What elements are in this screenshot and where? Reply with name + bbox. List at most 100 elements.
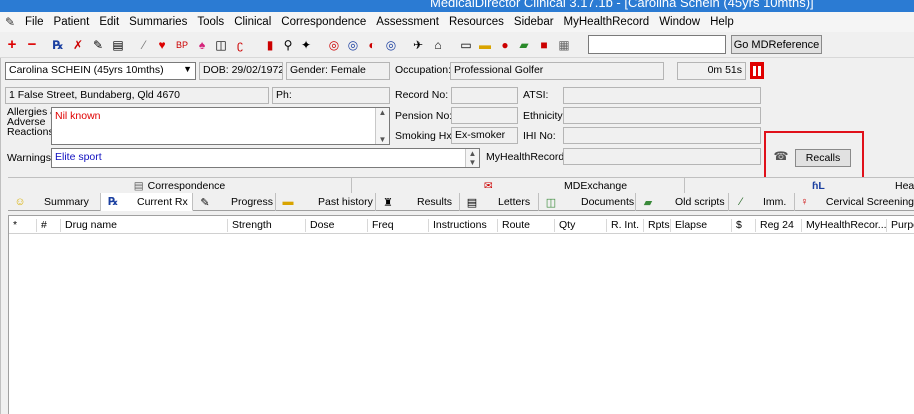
tab-progress[interactable]: ✎ Progress (193, 193, 276, 211)
occupation-field: Professional Golfer (450, 62, 664, 80)
notebook-icon[interactable]: ▤ (110, 37, 126, 53)
person-icon[interactable]: ● (497, 37, 513, 53)
edit-note-icon[interactable]: ✎ (90, 37, 106, 53)
tab-past-history[interactable]: ▬ Past history (276, 193, 376, 211)
ihi-label: IHI No: (523, 130, 556, 142)
tab-results[interactable]: ♜ Results (376, 193, 460, 211)
menu-file[interactable]: File (20, 16, 49, 28)
menu-edit[interactable]: Edit (94, 16, 124, 28)
warnings-scrollbar[interactable]: ▲ ▼ (465, 149, 479, 167)
chart-icon[interactable]: ■ (536, 37, 552, 53)
column-header-purpose[interactable]: Purpo (887, 219, 914, 232)
remove-patient-icon[interactable]: − (24, 37, 40, 53)
printer-icon[interactable]: ▭ (458, 37, 474, 53)
dob-field: DOB: 29/02/1972 (199, 62, 283, 80)
toolbar: + − ℞ ✗ ✎ ▤ ⁄ ♥ BP ♠ ◫ ʗ ▮ ⚲ ✦ ◎ ◎ ◐ ◎ ✈… (0, 32, 914, 58)
app-icon[interactable]: ✎ (0, 15, 20, 29)
menu-summaries[interactable]: Summaries (124, 16, 192, 28)
search-input[interactable] (588, 35, 726, 54)
warnings-textarea[interactable]: Elite sport ▲ ▼ (51, 148, 480, 168)
scroll-down-icon[interactable]: ▼ (469, 158, 477, 167)
menu-patient[interactable]: Patient (49, 16, 95, 28)
column-header-strength[interactable]: Strength (228, 219, 306, 232)
group-tab-health[interactable]: ɦL Hea (685, 178, 914, 194)
circle-three-icon[interactable]: ◎ (383, 37, 399, 53)
clipboard-icon[interactable]: ◫ (213, 37, 229, 53)
prescription-icon[interactable]: ℞ (50, 37, 66, 53)
menu-help[interactable]: Help (705, 16, 739, 28)
pencil-icon: ✎ (200, 196, 210, 209)
smiley-icon: ☺ (14, 196, 26, 208)
tab-cervical-screening[interactable]: ♀ Cervical Screening (795, 193, 914, 211)
recalls-button[interactable]: Recalls (795, 149, 851, 167)
title-bar: MedicalDirector Clinical 3.17.1b - [Caro… (0, 0, 914, 12)
tab-current-rx[interactable]: ℞ Current Rx (101, 193, 193, 211)
circle-two-icon[interactable]: ◎ (345, 37, 361, 53)
group-tab-mdexchange[interactable]: ✉ MDExchange (352, 178, 685, 194)
book-icon[interactable]: ▰ (516, 37, 532, 53)
group-tab-correspondence[interactable]: ▤ Correspondence (8, 178, 352, 194)
column-header-qty[interactable]: Qty (555, 219, 607, 232)
tab-summary[interactable]: ☺ Summary (8, 193, 101, 211)
column-header-drug-name[interactable]: Drug name (61, 219, 228, 232)
menu-assessment[interactable]: Assessment (371, 16, 444, 28)
pregnancy-icon[interactable]: ʗ (232, 37, 248, 53)
ihi-field (563, 127, 761, 144)
column-header-route[interactable]: Route (498, 219, 555, 232)
folder-icon[interactable]: ▬ (477, 37, 493, 53)
menu-clinical[interactable]: Clinical (229, 16, 276, 28)
lab-results-icon[interactable]: ⚲ (280, 37, 296, 53)
graduation-cap-icon[interactable]: ⌂ (430, 37, 446, 53)
allergies-textarea[interactable]: Nil known ▲ ▼ (51, 107, 390, 145)
scroll-up-icon[interactable]: ▲ (469, 149, 477, 158)
thermometer-icon[interactable]: ▮ (262, 37, 278, 53)
menu-sidebar[interactable]: Sidebar (509, 16, 559, 28)
syringe-icon[interactable]: ⁄ (136, 37, 152, 53)
menu-resources[interactable]: Resources (444, 16, 509, 28)
column-header-myhealthrecord[interactable]: MyHealthRecor... (802, 219, 887, 232)
medication-grid[interactable]: * # Drug name Strength Dose Freq Instruc… (8, 215, 914, 414)
menu-myhealthrecord[interactable]: MyHealthRecord (559, 16, 655, 28)
mhr-field (563, 148, 761, 165)
column-header-elapse[interactable]: Elapse (671, 219, 732, 232)
column-header-reg-24[interactable]: Reg 24 (756, 219, 802, 232)
smoking-field: Ex-smoker (451, 127, 518, 144)
column-header-price[interactable]: $ (732, 219, 756, 232)
people-icon[interactable]: ✦ (298, 37, 314, 53)
tab-old-scripts[interactable]: ▰ Old scripts (636, 193, 729, 211)
circle-one-icon[interactable]: ◎ (326, 37, 342, 53)
allergies-scrollbar[interactable]: ▲ ▼ (375, 108, 389, 144)
column-header-repeats[interactable]: Rpts (644, 219, 671, 232)
recall-flag-icon[interactable]: ◐ (364, 37, 380, 53)
keyboard-icon[interactable]: ▦ (556, 37, 572, 53)
tab-immunisation[interactable]: ⁄ Imm. (729, 193, 795, 211)
menu-correspondence[interactable]: Correspondence (276, 16, 371, 28)
go-mdreference-button[interactable]: Go MDReference (731, 35, 822, 54)
column-header-number[interactable]: # (37, 219, 61, 232)
window-title: MedicalDirector Clinical 3.17.1b - [Caro… (430, 0, 814, 10)
old-scripts-icon: ▰ (643, 196, 653, 209)
patient-select[interactable]: Carolina SCHEIN (45yrs 10mths) ▼ (5, 62, 196, 80)
column-header-dose[interactable]: Dose (306, 219, 368, 232)
running-man-icon[interactable]: ✗ (70, 37, 86, 53)
scroll-down-icon[interactable]: ▼ (379, 135, 387, 144)
column-header-instructions[interactable]: Instructions (429, 219, 498, 232)
tab-letters[interactable]: ▤ Letters (460, 193, 539, 211)
add-patient-icon[interactable]: + (4, 37, 20, 53)
column-header-freq[interactable]: Freq (368, 219, 429, 232)
menu-window[interactable]: Window (654, 16, 705, 28)
occupation-label: Occupation: (395, 64, 452, 76)
heart-icon[interactable]: ♥ (154, 37, 170, 53)
blood-pressure-icon[interactable]: BP (174, 37, 190, 53)
education-icon[interactable]: ✈ (410, 37, 426, 53)
menu-tools[interactable]: Tools (192, 16, 229, 28)
tab-results-label: Results (417, 196, 453, 208)
scroll-up-icon[interactable]: ▲ (379, 108, 387, 117)
column-header-repeat-interval[interactable]: R. Int. (607, 219, 644, 232)
pause-icon[interactable] (750, 62, 764, 79)
mail-icon: ✉ (484, 180, 493, 192)
tab-letters-label: Letters (498, 196, 531, 208)
tab-documents[interactable]: ◫ Documents (539, 193, 636, 211)
lungs-icon[interactable]: ♠ (194, 37, 210, 53)
column-header-star[interactable]: * (9, 219, 37, 232)
